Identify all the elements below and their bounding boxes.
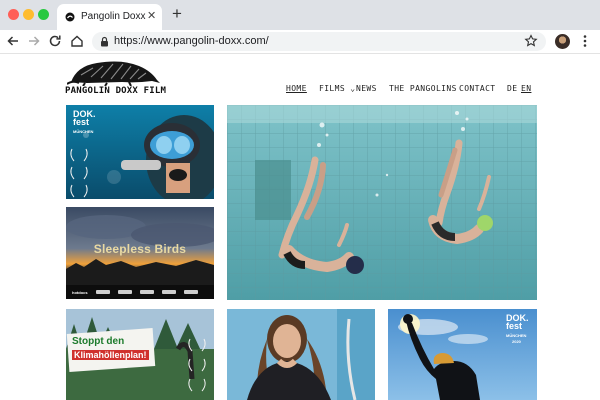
nav-home[interactable]: HOME xyxy=(286,84,307,93)
film-tile-sleepless-birds[interactable]: Sleepless Birds hotdocs xyxy=(66,207,214,299)
film-tile-raised-hand[interactable]: DOK. fest MÜNCHEN 2020 xyxy=(388,309,537,400)
swimmer-portrait-image xyxy=(227,309,375,400)
synchronized-swimmers-image xyxy=(227,105,537,300)
address-bar[interactable]: https://www.pangolin-doxx.com/ xyxy=(92,32,546,51)
home-icon[interactable] xyxy=(69,33,85,49)
film-tile-klimahoellenplan[interactable]: Stoppt den Klimahöllenplan! xyxy=(66,309,214,400)
main-navigation: HOME FILMS ⌄ NEWS THE PANGOLINS CONTACT … xyxy=(0,84,600,98)
dokfest-line2: fest xyxy=(73,117,90,127)
browser-toolbar: https://www.pangolin-doxx.com/ xyxy=(0,30,600,54)
language-de[interactable]: DE xyxy=(507,84,517,93)
banner-text-line1: Stoppt den xyxy=(72,336,125,347)
pangolin-favicon-icon xyxy=(65,12,75,22)
hotdocs-logo: hotdocs xyxy=(72,290,88,295)
dokfest-city-2: MÜNCHEN xyxy=(506,333,527,338)
window-minimize-button[interactable] xyxy=(23,9,34,20)
dokfest-city: MÜNCHEN xyxy=(73,129,94,134)
browser-tab-bar: Pangolin Doxx ✕ + xyxy=(0,0,600,30)
tab-close-icon[interactable]: ✕ xyxy=(147,10,156,22)
film-tile-synchronized-swimmers[interactable] xyxy=(227,105,537,300)
back-arrow-icon[interactable] xyxy=(5,33,21,49)
reload-icon[interactable] xyxy=(47,33,63,49)
dokfest-logo: DOK. fest xyxy=(73,110,96,127)
tab-title: Pangolin Doxx xyxy=(81,11,146,22)
nav-the-pangolins[interactable]: THE PANGOLINS xyxy=(389,84,457,93)
language-en[interactable]: EN xyxy=(521,84,531,93)
banner-text-line2: Klimahöllenplan! xyxy=(72,350,149,360)
dokfest-logo-2: DOK. fest xyxy=(506,314,529,331)
bookmark-star-icon[interactable] xyxy=(524,34,538,48)
new-tab-button[interactable]: + xyxy=(172,5,182,23)
nav-films-dropdown[interactable]: FILMS ⌄ xyxy=(319,84,356,93)
forward-arrow-icon[interactable] xyxy=(26,33,42,49)
dokfest-line2: fest xyxy=(506,321,523,331)
pangolin-logo-icon xyxy=(67,61,160,86)
browser-tab[interactable]: Pangolin Doxx ✕ xyxy=(57,4,162,30)
url-text[interactable]: https://www.pangolin-doxx.com/ xyxy=(114,35,269,47)
window-close-button[interactable] xyxy=(8,9,19,20)
nav-news[interactable]: NEWS xyxy=(356,84,377,93)
more-menu-icon[interactable] xyxy=(580,33,590,49)
nav-contact[interactable]: CONTACT xyxy=(459,84,496,93)
window-maximize-button[interactable] xyxy=(38,9,49,20)
profile-avatar[interactable] xyxy=(555,34,570,49)
lock-icon xyxy=(101,36,108,47)
dokfest-year: 2020 xyxy=(512,339,521,344)
film-tile-swimmer-portrait[interactable] xyxy=(227,309,375,400)
film-tile-diver[interactable]: DOK. fest MÜNCHEN xyxy=(66,105,214,199)
sleepless-birds-title: Sleepless Birds xyxy=(93,242,187,256)
